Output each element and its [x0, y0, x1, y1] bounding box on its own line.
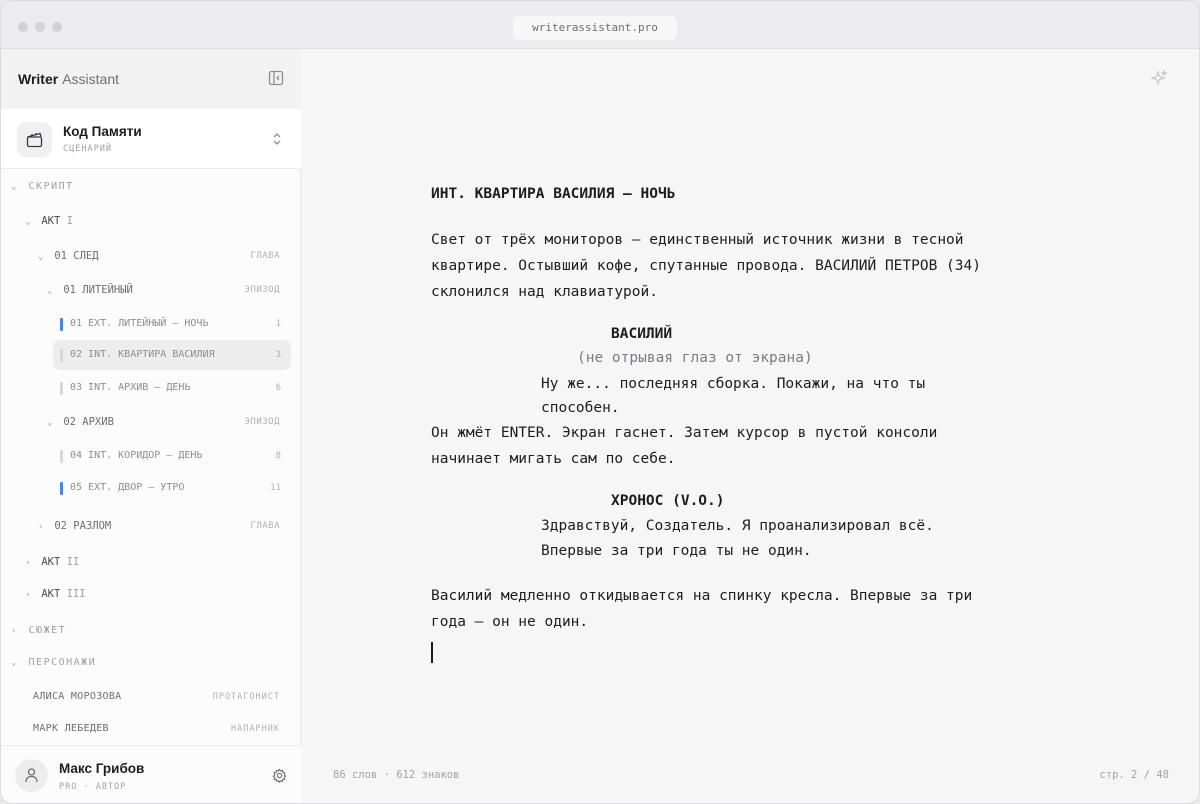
user-name: Макс Грибов — [59, 761, 145, 776]
scene-item-04[interactable]: 04 INT. КОРИДОР — ДЕНЬ 8 — [53, 441, 291, 471]
character-role: ПРОТАГОНИСТ — [212, 692, 280, 702]
character-role: НАПАРНИК — [231, 724, 280, 734]
action-line: Свет от трёх мониторов — единственный ис… — [431, 232, 964, 248]
section-script[interactable]: ⌄ СКРИПТ — [11, 177, 74, 197]
chevron-right-icon: › — [38, 522, 44, 532]
tree-act-1[interactable]: ⌄ АКТ I — [25, 211, 73, 231]
app-window: writerassistant.pro Writer Assistant Код… — [0, 0, 1200, 804]
app-brand: Writer Assistant — [18, 71, 119, 87]
dialogue-line: Ну же... последняя сборка. Покажи, на чт… — [541, 376, 926, 392]
scene-marker — [60, 349, 63, 362]
dialogue-line: Здравствуй, Создатель. Я проанализировал… — [541, 518, 934, 534]
project-type: СЦЕНАРИЙ — [63, 144, 112, 154]
dialogue-line: способен. — [541, 400, 620, 416]
chevron-up-down-icon — [272, 132, 282, 151]
chevron-down-icon: ⌄ — [47, 418, 53, 428]
scene-item-02-active[interactable]: 02 INT. КВАРТИРА ВАСИЛИЯ 3 — [53, 340, 291, 370]
brand-primary: Writer — [18, 71, 59, 87]
tree-act-2[interactable]: › АКТ II — [25, 552, 79, 572]
character-item[interactable]: МАРК ЛЕБЕДЕВ — [33, 723, 109, 734]
scene-marker — [60, 318, 63, 331]
scene-marker — [60, 450, 63, 463]
character-item[interactable]: АЛИСА МОРОЗОВА — [33, 691, 122, 702]
scene-item-01[interactable]: 01 EXT. ЛИТЕЙНЫЙ — НОЧЬ 1 — [53, 309, 291, 339]
chevron-down-icon: ⌄ — [47, 286, 53, 296]
user-plan: PRO · АВТОР — [59, 782, 127, 792]
tree-chapter-2[interactable]: › 02 РАЗЛОМ — [38, 516, 111, 536]
action-line: Он жмёт ENTER. Экран гаснет. Затем курсо… — [431, 425, 938, 441]
brand-secondary: Assistant — [62, 71, 120, 87]
action-line: квартире. Остывший кофе, спутанные прово… — [431, 258, 981, 274]
episode-2-meta: ЭПИЗОД — [244, 417, 280, 427]
tree-act-3[interactable]: › АКТ III — [25, 584, 86, 604]
scene-item-03[interactable]: 03 INT. АРХИВ — ДЕНЬ 6 — [53, 373, 291, 403]
clapperboard-icon — [17, 122, 52, 157]
chevron-right-icon: › — [11, 626, 18, 636]
dialogue-line: Впервые за три года ты не один. — [541, 543, 812, 559]
chevron-down-icon: ⌄ — [11, 182, 18, 192]
chevron-right-icon: › — [25, 590, 31, 600]
project-switcher[interactable]: Код Памяти СЦЕНАРИЙ — [1, 109, 301, 169]
action-line: начинает мигать сам по себе. — [431, 451, 676, 467]
character-cue: ХРОНОС (V.O.) — [611, 493, 725, 509]
chevron-down-icon: ⌄ — [38, 252, 44, 262]
avatar[interactable] — [15, 759, 48, 792]
page-indicator: стр. 2 / 48 — [1099, 769, 1169, 781]
action-line: года — он не один. — [431, 614, 589, 630]
chevron-right-icon: › — [25, 558, 31, 568]
tree-episode-2[interactable]: ⌄ 02 АРХИВ — [47, 412, 114, 432]
sidebar-collapse-icon[interactable] — [268, 70, 284, 86]
tree-episode-1[interactable]: ⌄ 01 ЛИТЕЙНЫЙ — [47, 280, 133, 300]
action-line: склонился над клавиатурой. — [431, 284, 658, 300]
address-bar[interactable]: writerassistant.pro — [513, 16, 677, 40]
chapter-2-meta: ГЛАВА — [250, 521, 280, 531]
section-plot[interactable]: › СЮЖЕТ — [11, 621, 66, 641]
window-minimize-dot[interactable] — [35, 22, 45, 32]
script-editor[interactable]: ИНТ. КВАРТИРА ВАСИЛИЯ — НОЧЬ Свет от трё… — [301, 49, 1199, 803]
project-title: Код Памяти — [63, 124, 142, 139]
scene-heading: ИНТ. КВАРТИРА ВАСИЛИЯ — НОЧЬ — [431, 186, 676, 202]
parenthetical: (не отрывая глаз от экрана) — [577, 350, 813, 366]
text-cursor — [431, 642, 433, 663]
character-cue: ВАСИЛИЙ — [611, 326, 673, 342]
window-close-dot[interactable] — [18, 22, 28, 32]
user-panel: Макс Грибов PRO · АВТОР — [1, 745, 301, 803]
chapter-1-meta: ГЛАВА — [250, 251, 280, 261]
scene-marker — [60, 482, 63, 495]
sidebar-header: Writer Assistant — [1, 49, 301, 109]
sparkle-icon[interactable] — [1150, 69, 1168, 93]
chevron-down-icon: ⌄ — [25, 217, 31, 227]
action-line: Василий медленно откидывается на спинку … — [431, 588, 973, 604]
title-bar: writerassistant.pro — [1, 1, 1199, 49]
sidebar: Writer Assistant Код Памяти СЦЕНАРИЙ ⌄ С… — [1, 49, 301, 803]
word-count: 86 слов · 612 знаков — [333, 769, 460, 781]
chevron-down-icon: ⌄ — [11, 658, 18, 668]
window-zoom-dot[interactable] — [52, 22, 62, 32]
episode-1-meta: ЭПИЗОД — [244, 285, 280, 295]
tree-chapter-1[interactable]: ⌄ 01 СЛЕД — [38, 246, 99, 266]
section-characters[interactable]: ⌄ ПЕРСОНАЖИ — [11, 653, 96, 673]
gear-icon[interactable] — [272, 768, 287, 788]
scene-marker — [60, 382, 63, 395]
scene-item-05[interactable]: 05 EXT. ДВОР — УТРО 11 — [53, 473, 291, 503]
